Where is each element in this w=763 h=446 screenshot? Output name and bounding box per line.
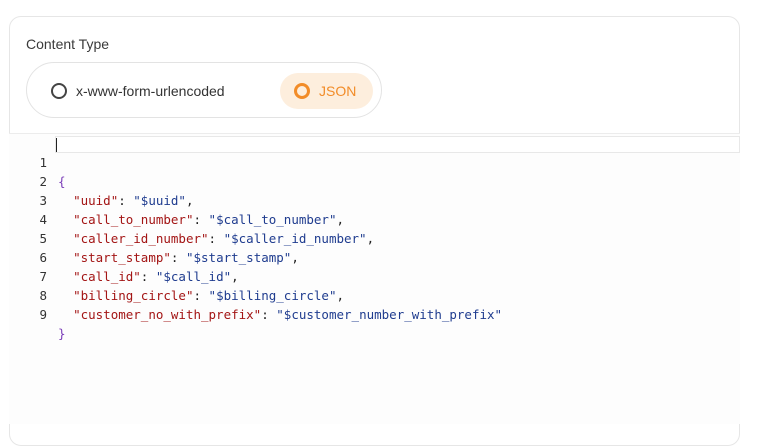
code-line[interactable]: 5 "start_stamp": "$start_stamp",: [9, 210, 298, 265]
code-line[interactable]: 8 "customer_no_with_prefix": "$customer_…: [9, 267, 502, 322]
section-title: Content Type: [26, 36, 110, 52]
radio-unselected-icon[interactable]: [51, 83, 67, 99]
open-brace: {: [58, 174, 66, 189]
json-value: "$call_to_number": [208, 212, 337, 227]
option-form-urlencoded[interactable]: x-www-form-urlencoded: [41, 73, 235, 109]
json-code-editor[interactable]: 1 { 2 "uuid": "$uuid", 3 "call_to_number…: [9, 133, 740, 424]
json-key: "uuid": [73, 193, 119, 208]
json-value: "$billing_circle": [208, 288, 337, 303]
code-line[interactable]: 3 "call_to_number": "$call_to_number",: [9, 172, 344, 227]
json-key: "caller_id_number": [73, 231, 209, 246]
json-value: "$caller_id_number": [223, 231, 367, 246]
close-brace: }: [58, 326, 66, 341]
text-cursor: [56, 138, 57, 152]
code-line[interactable]: 7 "billing_circle": "$billing_circle",: [9, 248, 344, 303]
json-key: "billing_circle": [73, 288, 194, 303]
code-line[interactable]: 1 {: [9, 134, 65, 189]
json-value: "$uuid": [133, 193, 186, 208]
json-key: "start_stamp": [73, 250, 171, 265]
content-type-selector: x-www-form-urlencoded JSON: [26, 62, 382, 118]
option-json[interactable]: JSON: [280, 73, 373, 109]
json-value: "$start_stamp": [185, 250, 292, 265]
option-label-form-urlencoded: x-www-form-urlencoded: [76, 83, 225, 99]
json-value: "$customer_number_with_prefix": [276, 307, 503, 322]
json-key: "call_id": [73, 269, 141, 284]
code-line[interactable]: 6 "call_id": "$call_id",: [9, 229, 238, 284]
line-number: 9: [39, 307, 47, 322]
radio-selected-icon[interactable]: [294, 83, 310, 99]
json-key: "customer_no_with_prefix": [73, 307, 262, 322]
json-value: "$call_id": [155, 269, 232, 284]
option-label-json: JSON: [319, 83, 357, 99]
code-line[interactable]: 2 "uuid": "$uuid",: [9, 153, 193, 208]
code-line[interactable]: 9 }: [9, 286, 65, 341]
active-line-highlight: [55, 136, 740, 153]
json-key: "call_to_number": [73, 212, 194, 227]
code-line[interactable]: 4 "caller_id_number": "$caller_id_number…: [9, 191, 374, 246]
